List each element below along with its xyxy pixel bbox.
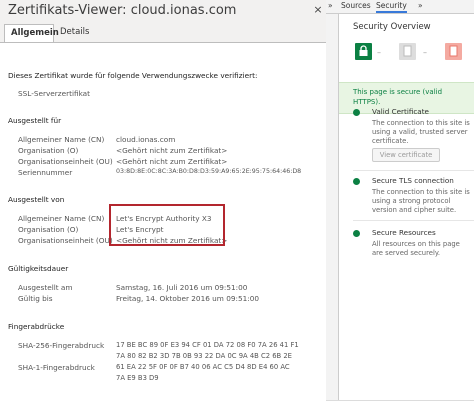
serial-number-value: 03:8D:8E:0C:8C:3A:B0:D8:D3:59:A9:65:2E:9… (116, 168, 302, 175)
verified-purpose-intro: Dieses Zertifikat wurde für folgende Ver… (8, 71, 258, 80)
tab-general[interactable]: Allgemein (4, 24, 59, 42)
tls-status-icon (353, 178, 360, 185)
valid-certificate-desc: The connection to this site is using a v… (372, 119, 470, 145)
issued-on-label: Ausgestellt am (18, 283, 73, 292)
divider (353, 220, 474, 221)
resources-status-icon (353, 230, 360, 237)
devtools-sidebar (326, 14, 339, 400)
view-certificate-button[interactable]: View certificate (372, 148, 440, 162)
info-page-icon (399, 43, 416, 60)
sha256-value-line2: 7A 80 82 B2 3D 7B 0B 93 22 DA 0C 9A 4B C… (116, 352, 292, 360)
devtools-more-tabs-left[interactable]: » (328, 1, 333, 10)
divider (353, 170, 474, 171)
insecure-icon (445, 43, 462, 60)
sha1-label: SHA-1-Fingerabdruck (18, 363, 95, 372)
valid-until-label: Gültig bis (18, 294, 53, 303)
issued-to-o-label: Organisation (O) (18, 146, 79, 155)
security-panel: Security Overview – – This page is secur… (339, 14, 474, 400)
sha1-value-line2: 7A E9 B3 D9 (116, 374, 159, 382)
devtools-tab-strip: » Sources Security » (326, 0, 474, 14)
issued-by-o-label: Organisation (O) (18, 225, 79, 234)
serial-number-label: Seriennummer (18, 168, 73, 177)
issued-to-ou-value: <Gehört nicht zum Zertifikat> (116, 157, 228, 166)
secure-lock-icon (355, 43, 372, 60)
issued-to-o-value: <Gehört nicht zum Zertifikat> (116, 146, 228, 155)
issued-to-heading: Ausgestellt für (8, 116, 62, 125)
valid-until-value: Freitag, 14. Oktober 2016 um 09:51:00 (116, 294, 259, 303)
certificate-viewer-dialog: Zertifikats-Viewer: cloud.ionas.com × Al… (0, 0, 327, 401)
devtools-more-tabs-right[interactable]: » (418, 1, 423, 10)
tab-security[interactable]: Security (376, 1, 407, 13)
issued-to-cn-value: cloud.ionas.com (116, 135, 176, 144)
sha256-label: SHA-256-Fingerabdruck (18, 341, 105, 350)
issued-on-value: Samstag, 16. Juli 2016 um 09:51:00 (116, 283, 248, 292)
issued-by-heading: Ausgestellt von (8, 195, 65, 204)
issued-to-ou-label: Organisationseinheit (OU) (18, 157, 113, 166)
tls-connection-title: Secure TLS connection (372, 176, 454, 185)
arrow-icon: – (423, 48, 427, 57)
sha1-value-line1: 61 EA 22 5F 0F 0F B7 40 06 AC C5 D4 8D E… (116, 363, 290, 371)
valid-certificate-title: Valid Certificate (372, 107, 429, 116)
arrow-icon: – (377, 48, 381, 57)
close-button[interactable]: × (312, 4, 324, 16)
tab-details[interactable]: Details (54, 24, 96, 41)
issued-by-cn-label: Allgemeiner Name (CN) (18, 214, 105, 223)
security-overview-title: Security Overview (353, 22, 431, 32)
tls-connection-desc: The connection to this site is using a s… (372, 188, 470, 214)
secure-resources-title: Secure Resources (372, 228, 436, 237)
issuer-highlight-box (109, 204, 225, 246)
sha256-value-line1: 17 BE BC 89 0F E3 94 CF 01 DA 72 08 F0 7… (116, 341, 299, 349)
fingerprints-heading: Fingerabdrücke (8, 322, 65, 331)
tab-sources[interactable]: Sources (341, 1, 371, 10)
secure-summary-text: This page is secure (valid HTTPS). (353, 88, 443, 106)
verified-purpose: SSL-Serverzertifikat (18, 89, 90, 98)
issued-to-cn-label: Allgemeiner Name (CN) (18, 135, 105, 144)
validity-heading: Gültigkeitsdauer (8, 264, 69, 273)
secure-resources-desc: All resources on this page are served se… (372, 240, 460, 257)
issued-by-ou-label: Organisationseinheit (OU) (18, 236, 113, 245)
dialog-title: Zertifikats-Viewer: cloud.ionas.com (8, 3, 237, 18)
valid-certificate-status-icon (353, 109, 360, 116)
